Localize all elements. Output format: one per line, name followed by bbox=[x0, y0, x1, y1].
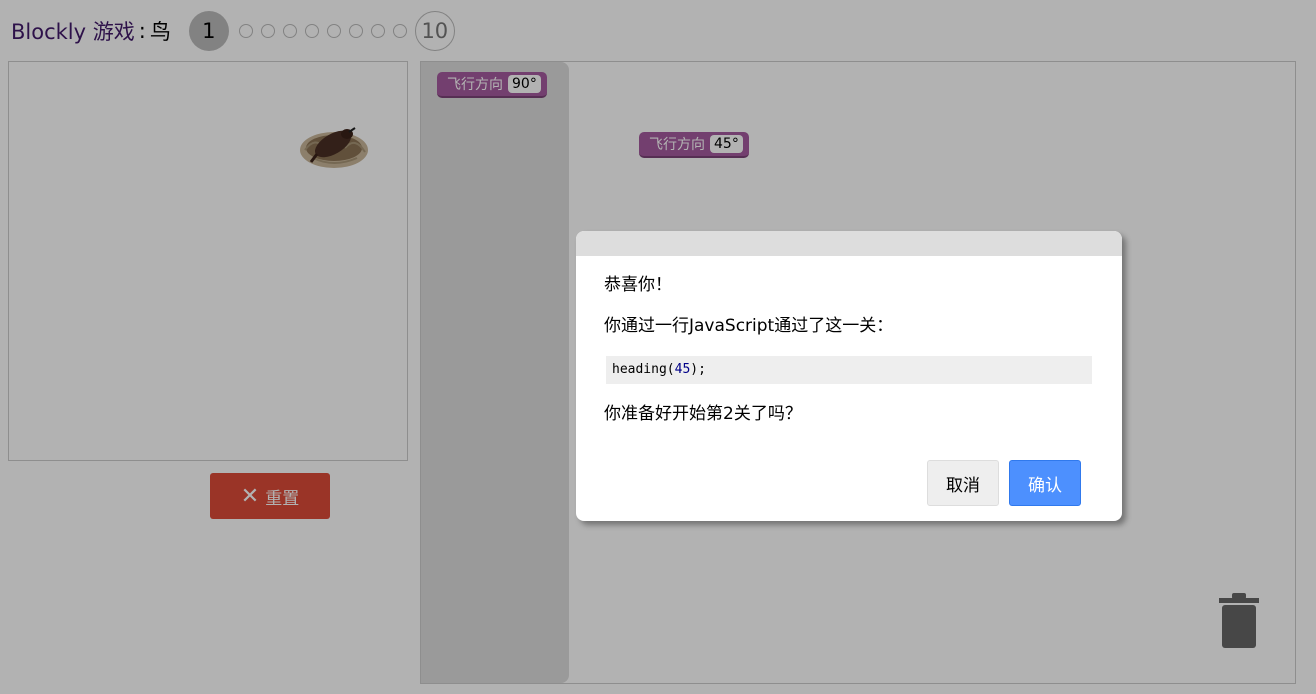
code-end: ); bbox=[690, 362, 706, 377]
dialog-titlebar[interactable] bbox=[576, 231, 1122, 256]
congrats-text: 恭喜你！ bbox=[604, 275, 672, 295]
dialog-buttons: 取消 确认 bbox=[927, 460, 1081, 506]
code-argument: 45 bbox=[674, 362, 691, 377]
message-text: 你通过一行JavaScript通过了这一关： bbox=[604, 316, 894, 336]
cancel-button[interactable]: 取消 bbox=[927, 460, 999, 506]
code-snippet: heading(45); bbox=[606, 356, 1092, 384]
code-function: heading( bbox=[612, 362, 675, 377]
dialog-body: 恭喜你！ 你通过一行JavaScript通过了这一关： heading(45);… bbox=[576, 256, 1122, 425]
question-text: 你准备好开始第2关了吗？ bbox=[604, 404, 802, 424]
congrats-dialog: 恭喜你！ 你通过一行JavaScript通过了这一关： heading(45);… bbox=[576, 231, 1122, 521]
ok-button[interactable]: 确认 bbox=[1009, 460, 1081, 506]
